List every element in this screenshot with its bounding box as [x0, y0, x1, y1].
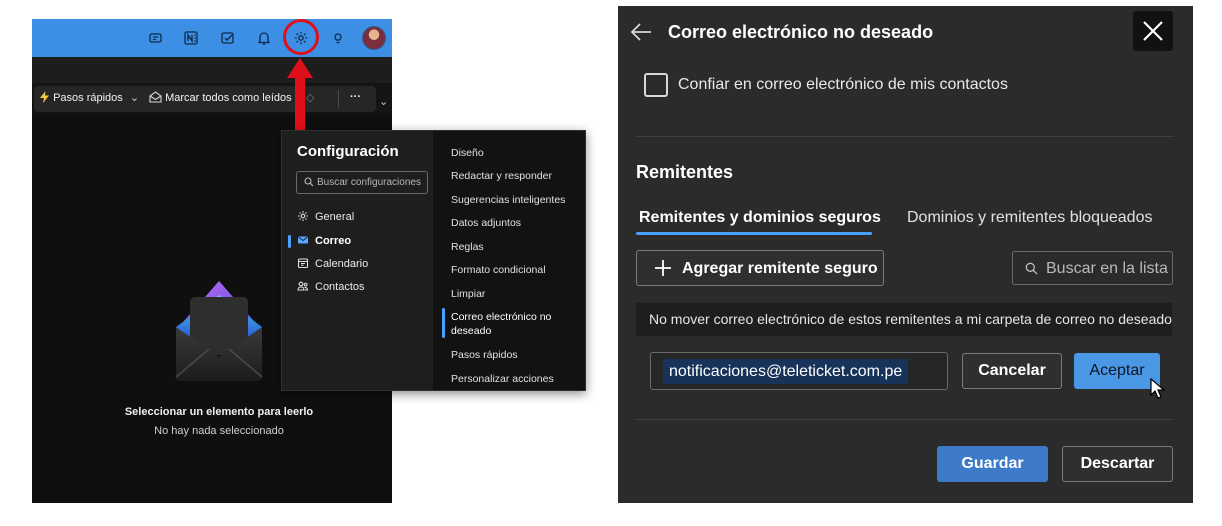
settings-subnav-junk-email[interactable]: Correo electrónico no deseado: [451, 310, 576, 338]
bell-icon[interactable]: [256, 30, 272, 46]
settings-nav-label: Contactos: [315, 281, 365, 293]
settings-panel: Configuración Buscar configuraciones Gen…: [281, 130, 586, 391]
chevron-down-icon: ⌄: [129, 92, 140, 104]
settings-subnav-item[interactable]: Limpiar: [451, 288, 485, 300]
footer-divider: [636, 419, 1174, 420]
search-icon: [1025, 262, 1038, 275]
settings-search-input[interactable]: Buscar configuraciones: [296, 171, 428, 194]
settings-nav-contacts[interactable]: Contactos: [297, 280, 365, 293]
back-arrow-icon[interactable]: [630, 22, 652, 42]
mark-all-read-button[interactable]: Marcar todos como leídos: [149, 91, 292, 104]
active-nav-indicator: [288, 235, 291, 248]
expand-chevron-icon[interactable]: ⌄: [379, 95, 388, 108]
settings-nav-mail[interactable]: Correo: [297, 234, 351, 247]
todo-icon[interactable]: [220, 30, 236, 46]
discard-button[interactable]: Descartar: [1062, 446, 1173, 482]
command-bar: Pasos rápidos ⌄ Marcar todos como leídos…: [32, 83, 392, 113]
active-subnav-indicator: [442, 308, 445, 338]
settings-search-placeholder: Buscar configuraciones: [317, 177, 421, 188]
quick-steps-button[interactable]: Pasos rápidos ⌄: [39, 91, 139, 104]
more-options-button[interactable]: ···: [350, 91, 361, 103]
team-icon[interactable]: [148, 30, 164, 46]
settings-nav-general[interactable]: General: [297, 210, 354, 223]
trust-contacts-checkbox[interactable]: [644, 73, 668, 97]
save-button[interactable]: Guardar: [937, 446, 1048, 482]
red-arrow-annotation: [287, 58, 313, 136]
mark-all-read-label: Marcar todos como leídos: [165, 92, 292, 104]
gear-highlight-circle: [283, 19, 319, 55]
accept-button[interactable]: Aceptar: [1074, 353, 1160, 389]
mail-icon: [298, 236, 308, 244]
settings-subnav-item[interactable]: Datos adjuntos: [451, 217, 521, 229]
command-separator: [338, 90, 339, 108]
search-list-input[interactable]: Buscar en la lista: [1012, 251, 1173, 285]
gear-icon: [298, 211, 308, 221]
settings-subnav-item[interactable]: Formato condicional: [451, 264, 546, 276]
calendar-icon: [297, 258, 309, 269]
secondary-bar: [32, 57, 392, 83]
add-safe-sender-label: Agregar remitente seguro: [682, 260, 878, 277]
lightbulb-icon[interactable]: [330, 30, 346, 46]
trust-contacts-label: Confiar en correo electrónico de mis con…: [678, 76, 1008, 93]
dialog-title: Correo electrónico no deseado: [668, 22, 934, 42]
settings-subnav-item[interactable]: Sugerencias inteligentes: [451, 194, 565, 206]
settings-nav-label: Calendario: [315, 258, 369, 270]
lightning-icon: [40, 91, 49, 103]
settings-title: Configuración: [297, 143, 399, 160]
tab-safe-senders[interactable]: Remitentes y dominios seguros: [639, 209, 881, 227]
avatar[interactable]: [362, 26, 386, 50]
envelope-open-icon: [149, 91, 162, 103]
search-icon: [304, 177, 314, 187]
settings-subnav-item[interactable]: Diseño: [451, 147, 484, 159]
plus-icon: [655, 260, 671, 276]
empty-state-title: Seleccionar un elemento para leerlo: [124, 406, 314, 418]
settings-left-pane: Configuración Buscar configuraciones Gen…: [282, 131, 433, 390]
settings-subnav-item[interactable]: Pasos rápidos: [451, 349, 518, 361]
onenote-icon[interactable]: [183, 30, 199, 46]
settings-subnav-item[interactable]: Reglas: [451, 241, 484, 253]
search-list-placeholder: Buscar en la lista: [1046, 260, 1168, 277]
people-icon: [297, 281, 309, 291]
section-divider: [636, 136, 1174, 137]
empty-state-subtitle: No hay nada seleccionado: [154, 425, 284, 437]
close-button[interactable]: [1133, 11, 1173, 51]
empty-inbox-illustration: [175, 281, 263, 381]
tab-blocked-senders[interactable]: Dominios y remitentes bloqueados: [907, 209, 1152, 227]
junk-email-settings-dialog: Correo electrónico no deseado Confiar en…: [618, 6, 1193, 503]
senders-section-title: Remitentes: [636, 162, 734, 182]
settings-nav-label: General: [315, 211, 355, 223]
add-safe-sender-button[interactable]: Agregar remitente seguro: [636, 250, 884, 286]
settings-subnav-item[interactable]: Personalizar acciones: [451, 373, 554, 385]
quick-steps-label: Pasos rápidos: [53, 92, 123, 104]
safe-sender-email-input[interactable]: notificaciones@teleticket.com.pe: [650, 352, 948, 390]
settings-nav-label: Correo: [315, 235, 352, 247]
active-tab-underline: [636, 232, 872, 235]
email-input-value: notificaciones@teleticket.com.pe: [663, 359, 909, 384]
close-icon: [1143, 21, 1163, 41]
settings-subnav-item[interactable]: Redactar y responder: [451, 170, 552, 182]
mouse-cursor-icon: [1150, 378, 1166, 399]
outlook-top-bar: [32, 19, 392, 57]
info-banner: No mover correo electrónico de estos rem…: [636, 303, 1172, 336]
settings-nav-calendar[interactable]: Calendario: [297, 257, 368, 270]
cancel-button[interactable]: Cancelar: [962, 353, 1062, 389]
